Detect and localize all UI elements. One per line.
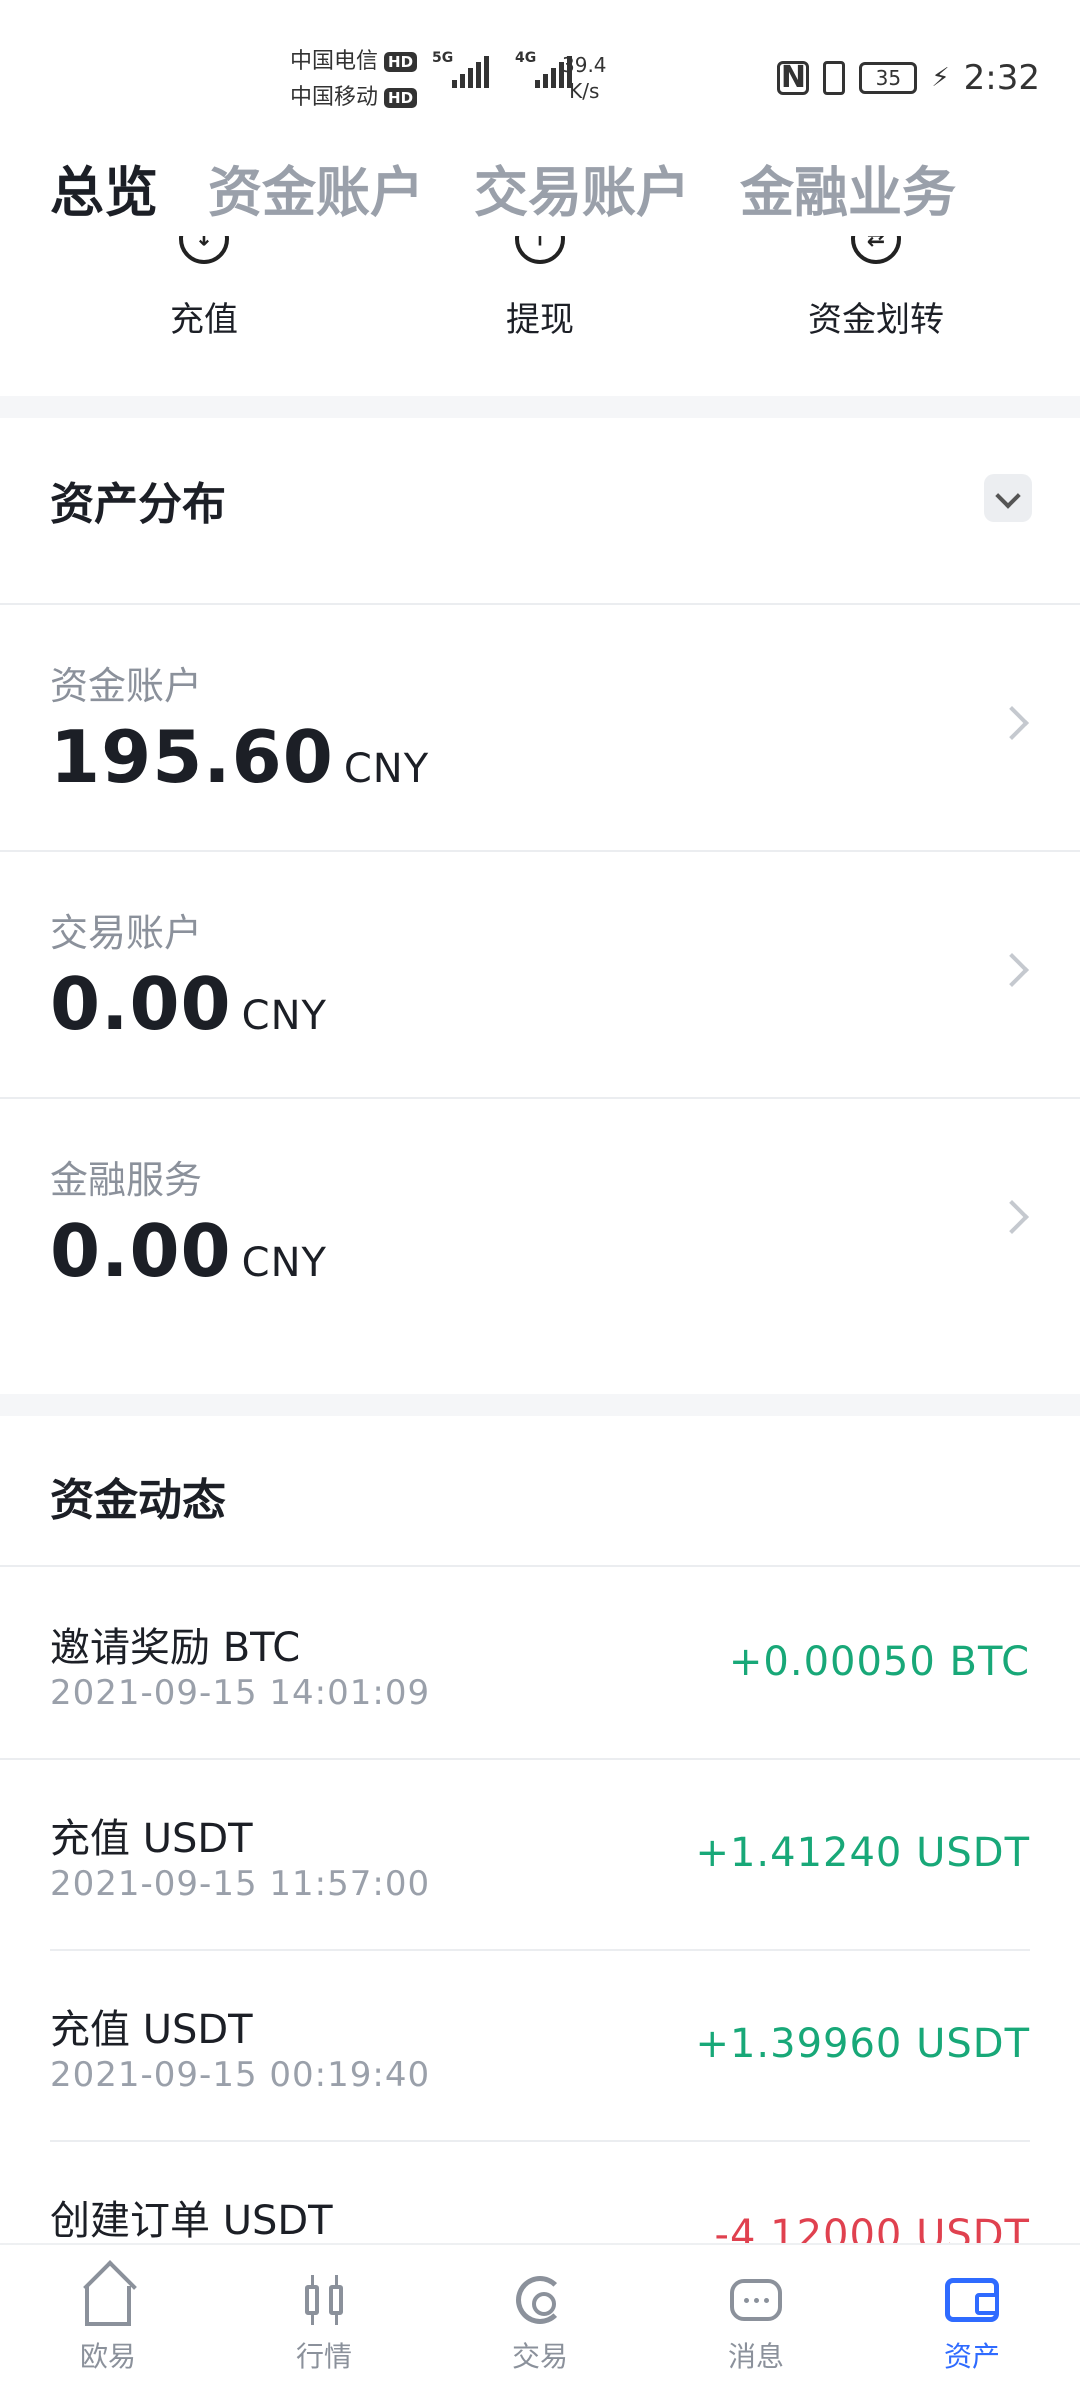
activity-time: 2021-09-15 14:01:09 <box>50 1673 431 1713</box>
nav-assets[interactable]: 资产 <box>864 2245 1080 2400</box>
chevron-right-icon <box>995 953 1029 987</box>
top-tabs: 总览 资金账户 交易账户 金融业务 <box>50 148 956 227</box>
battery-icon: 35 <box>859 62 918 94</box>
candlestick-icon <box>305 2275 343 2325</box>
chevron-right-icon <box>995 1200 1029 1234</box>
asset-distribution-title: 资产分布 <box>50 479 226 530</box>
collapse-toggle-button[interactable] <box>984 474 1032 522</box>
account-name: 交易账户 <box>50 911 203 955</box>
account-amount: 195.60 CNY <box>50 715 430 799</box>
account-amount: 0.00 CNY <box>50 962 327 1046</box>
withdraw-button[interactable]: ↑ 提现 <box>420 236 660 341</box>
activity-title: 邀请奖励 BTC <box>50 1625 301 1671</box>
carrier-2: 中国移动 <box>290 85 379 110</box>
activity-time: 2021-09-15 11:57:00 <box>50 1864 431 1904</box>
activity-time: 2021-09-15 00:19:40 <box>50 2055 431 2095</box>
tab-finance[interactable]: 金融业务 <box>740 148 956 227</box>
activity-amount: +1.39960 USDT <box>695 2021 1030 2067</box>
fund-activity-title: 资金动态 <box>50 1475 226 1526</box>
carrier-1: 中国电信 <box>290 49 379 74</box>
activity-amount: +0.00050 BTC <box>728 1639 1030 1685</box>
transfer-icon: ⇄ <box>851 236 901 264</box>
activity-amount: +1.41240 USDT <box>695 1830 1030 1876</box>
quick-actions: ↓ 充值 ↑ 提现 ⇄ 资金划转 <box>0 236 1080 396</box>
signal-5g-icon: 5G <box>432 50 489 88</box>
wallet-icon <box>945 2278 999 2322</box>
section-divider <box>0 396 1080 418</box>
tab-overview[interactable]: 总览 <box>50 148 158 227</box>
deposit-button[interactable]: ↓ 充值 <box>84 236 324 341</box>
trade-icon <box>516 2276 564 2324</box>
account-row-trading[interactable]: 交易账户 0.00 CNY <box>0 852 1080 1098</box>
hd-badge: HD <box>384 52 418 72</box>
nav-trade[interactable]: 交易 <box>432 2245 648 2400</box>
activity-row[interactable]: 充值 USDT 2021-09-15 00:19:40 +1.39960 USD… <box>0 1949 1080 2139</box>
account-name: 金融服务 <box>50 1158 203 1202</box>
deposit-icon: ↓ <box>179 236 229 264</box>
hd-badge: HD <box>384 88 418 108</box>
activity-title: 充值 USDT <box>50 1816 253 1862</box>
bottom-nav: 欧易 行情 交易 消息 资产 <box>0 2243 1080 2400</box>
account-amount: 0.00 CNY <box>50 1209 327 1293</box>
status-bar: 中国电信 HD 中国移动 HD 5G 4G 39.4 K/s N 35 ⚡ 2:32 <box>0 0 1080 140</box>
nav-markets[interactable]: 行情 <box>216 2245 432 2400</box>
vibrate-icon <box>823 61 846 95</box>
chevron-right-icon <box>995 706 1029 740</box>
nfc-icon: N <box>777 61 810 95</box>
home-icon <box>85 2286 131 2326</box>
carrier-info: 中国电信 HD 中国移动 HD <box>290 44 418 116</box>
activity-row[interactable]: 邀请奖励 BTC 2021-09-15 14:01:09 +0.00050 BT… <box>0 1567 1080 1757</box>
tab-funding-account[interactable]: 资金账户 <box>208 148 424 227</box>
signal-indicators: 5G 4G <box>432 50 572 88</box>
nav-messages[interactable]: 消息 <box>648 2245 864 2400</box>
charging-icon: ⚡ <box>931 63 950 93</box>
account-name: 资金账户 <box>50 664 203 708</box>
tab-trading-account[interactable]: 交易账户 <box>474 148 690 227</box>
section-divider <box>0 1394 1080 1416</box>
activity-title: 创建订单 USDT <box>50 2198 333 2244</box>
transfer-button[interactable]: ⇄ 资金划转 <box>756 236 996 341</box>
account-row-funding[interactable]: 资金账户 195.60 CNY <box>0 605 1080 851</box>
nav-home[interactable]: 欧易 <box>0 2245 216 2400</box>
network-speed: 39.4 K/s <box>562 53 607 103</box>
account-row-finance[interactable]: 金融服务 0.00 CNY <box>0 1099 1080 1345</box>
activity-row[interactable]: 充值 USDT 2021-09-15 11:57:00 +1.41240 USD… <box>0 1758 1080 1948</box>
activity-title: 充值 USDT <box>50 2007 253 2053</box>
status-right: N 35 ⚡ 2:32 <box>777 58 1040 98</box>
clock: 2:32 <box>963 58 1040 98</box>
message-icon <box>730 2279 782 2321</box>
withdraw-icon: ↑ <box>515 236 565 264</box>
